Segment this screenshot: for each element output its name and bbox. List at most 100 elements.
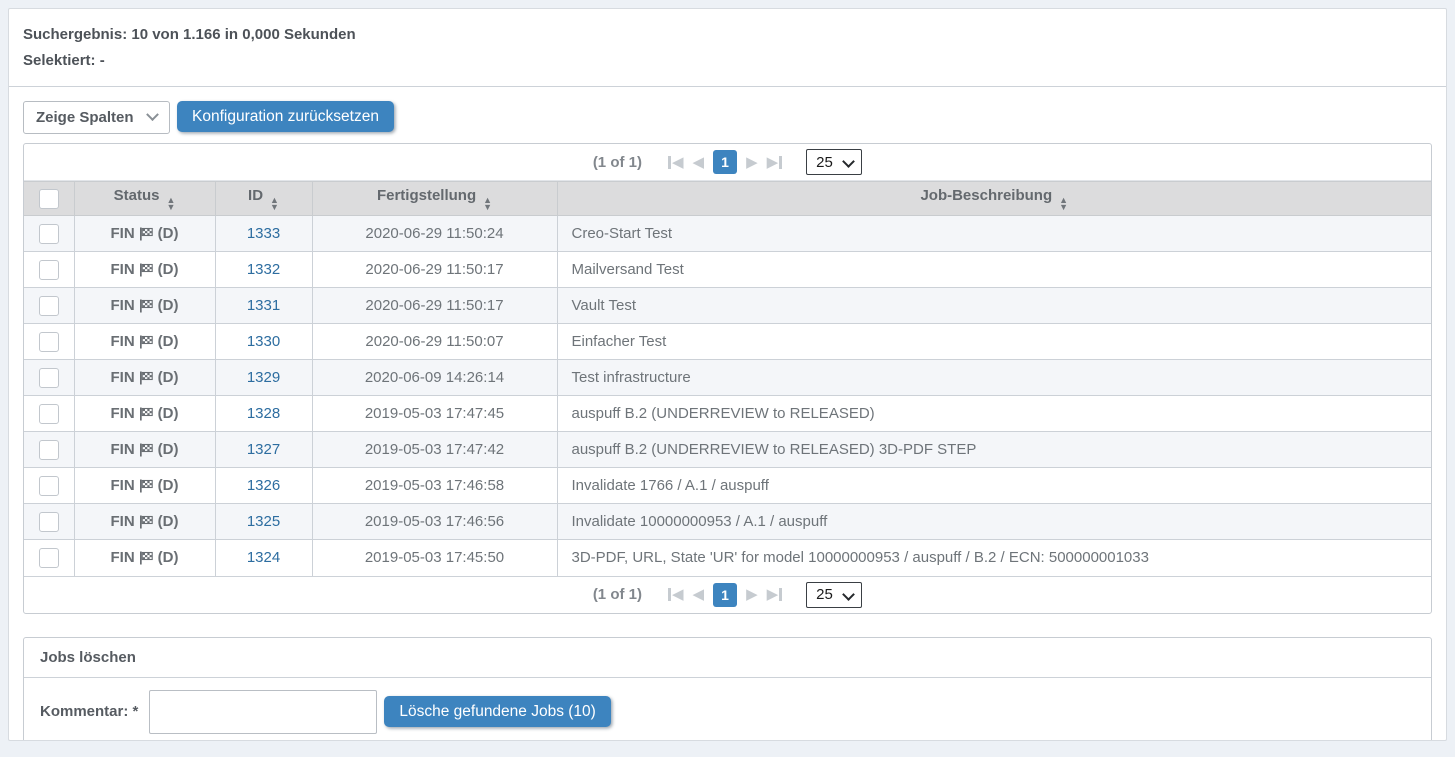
- status-label: FIN: [111, 261, 135, 278]
- status-mode-label: (D): [158, 405, 179, 422]
- finished-cell: 2019-05-03 17:46:56: [312, 504, 557, 540]
- row-checkbox[interactable]: [39, 476, 59, 496]
- column-header-id[interactable]: ID▲▼: [215, 182, 312, 216]
- row-checkbox[interactable]: [39, 260, 59, 280]
- status-mode-label: (D): [158, 225, 179, 242]
- status-cell: FIN (D): [74, 540, 215, 576]
- job-id-link[interactable]: 1327: [247, 441, 280, 458]
- checkered-flag-icon: [139, 443, 154, 457]
- row-checkbox-cell: [24, 468, 74, 504]
- job-id-link[interactable]: 1331: [247, 297, 280, 314]
- delete-found-jobs-button[interactable]: Lösche gefundene Jobs (10): [384, 696, 610, 727]
- show-columns-dropdown[interactable]: Zeige Spalten: [23, 101, 170, 134]
- row-checkbox[interactable]: [39, 548, 59, 568]
- finished-cell: 2020-06-29 11:50:24: [312, 216, 557, 252]
- job-id-link[interactable]: 1332: [247, 261, 280, 278]
- status-mode-label: (D): [158, 297, 179, 314]
- paginator-page-1[interactable]: 1: [713, 150, 737, 174]
- finished-cell: 2019-05-03 17:46:58: [312, 468, 557, 504]
- row-checkbox[interactable]: [39, 404, 59, 424]
- id-cell: 1330: [215, 324, 312, 360]
- paginator-first-icon[interactable]: ◀: [668, 155, 684, 170]
- paginator-prev-icon[interactable]: ◀: [693, 587, 705, 602]
- row-checkbox-cell: [24, 396, 74, 432]
- table-row: FIN (D) 1329 2020-06-09 14:26:14 Test in…: [24, 360, 1431, 396]
- rows-per-page-select[interactable]: 25: [806, 149, 862, 175]
- id-cell: 1331: [215, 288, 312, 324]
- row-checkbox[interactable]: [39, 296, 59, 316]
- description-cell: Invalidate 1766 / A.1 / auspuff: [557, 468, 1431, 504]
- checkered-flag-icon: [139, 479, 154, 493]
- status-cell: FIN (D): [74, 288, 215, 324]
- select-all-checkbox[interactable]: [39, 189, 59, 209]
- show-columns-label: Zeige Spalten: [36, 109, 134, 126]
- checkered-flag-icon: [139, 335, 154, 349]
- status-mode-label: (D): [158, 369, 179, 386]
- row-checkbox[interactable]: [39, 512, 59, 532]
- jobs-table: Status▲▼ ID▲▼ Fertigstellung▲▼ Job-Besch…: [24, 181, 1431, 576]
- table-row: FIN (D) 1330 2020-06-29 11:50:07 Einfach…: [24, 324, 1431, 360]
- id-cell: 1325: [215, 504, 312, 540]
- paginator-next-icon[interactable]: ▶: [746, 155, 758, 170]
- column-header-job-beschreibung[interactable]: Job-Beschreibung▲▼: [557, 182, 1431, 216]
- paginator-prev-icon[interactable]: ◀: [693, 155, 705, 170]
- row-checkbox[interactable]: [39, 224, 59, 244]
- description-cell: Mailversand Test: [557, 252, 1431, 288]
- job-id-link[interactable]: 1324: [247, 549, 280, 566]
- comment-input[interactable]: [149, 690, 377, 734]
- status-label: FIN: [111, 333, 135, 350]
- job-id-link[interactable]: 1333: [247, 225, 280, 242]
- paginator-first-icon[interactable]: ◀: [668, 587, 684, 602]
- row-checkbox-cell: [24, 324, 74, 360]
- sort-icon: ▲▼: [1059, 197, 1068, 211]
- checkered-flag-icon: [139, 407, 154, 421]
- table-row: FIN (D) 1325 2019-05-03 17:46:56 Invalid…: [24, 504, 1431, 540]
- paginator-page-1[interactable]: 1: [713, 583, 737, 607]
- rows-per-page-wrapper: 25: [806, 582, 862, 608]
- description-cell: Creo-Start Test: [557, 216, 1431, 252]
- status-mode-label: (D): [158, 441, 179, 458]
- status-cell: FIN (D): [74, 216, 215, 252]
- paginator-last-icon[interactable]: ▶: [767, 155, 783, 170]
- paginator: (1 of 1) ◀ ◀ 1 ▶ ▶ 25: [24, 576, 1431, 613]
- row-checkbox[interactable]: [39, 332, 59, 352]
- paginator-next-icon[interactable]: ▶: [746, 587, 758, 602]
- id-cell: 1332: [215, 252, 312, 288]
- row-checkbox[interactable]: [39, 440, 59, 460]
- job-id-link[interactable]: 1329: [247, 369, 280, 386]
- select-all-header: [24, 182, 74, 216]
- reset-configuration-button[interactable]: Konfiguration zurücksetzen: [177, 101, 394, 132]
- row-checkbox[interactable]: [39, 368, 59, 388]
- status-cell: FIN (D): [74, 432, 215, 468]
- paginator-last-icon[interactable]: ▶: [767, 587, 783, 602]
- status-cell: FIN (D): [74, 252, 215, 288]
- job-id-link[interactable]: 1328: [247, 405, 280, 422]
- column-header-status[interactable]: Status▲▼: [74, 182, 215, 216]
- description-cell: Test infrastructure: [557, 360, 1431, 396]
- description-cell: 3D-PDF, URL, State 'UR' for model 100000…: [557, 540, 1431, 576]
- checkered-flag-icon: [139, 263, 154, 277]
- table-row: FIN (D) 1331 2020-06-29 11:50:17 Vault T…: [24, 288, 1431, 324]
- id-cell: 1328: [215, 396, 312, 432]
- status-cell: FIN (D): [74, 396, 215, 432]
- status-label: FIN: [111, 441, 135, 458]
- chevron-down-icon: [146, 108, 159, 121]
- id-cell: 1326: [215, 468, 312, 504]
- job-id-link[interactable]: 1326: [247, 477, 280, 494]
- row-checkbox-cell: [24, 504, 74, 540]
- id-cell: 1333: [215, 216, 312, 252]
- job-id-link[interactable]: 1330: [247, 333, 280, 350]
- paginator: (1 of 1) ◀ ◀ 1 ▶ ▶ 25: [24, 144, 1431, 181]
- checkered-flag-icon: [139, 551, 154, 565]
- job-id-link[interactable]: 1325: [247, 513, 280, 530]
- paginator-status: (1 of 1): [593, 586, 642, 603]
- comment-label: Kommentar: *: [40, 703, 138, 720]
- column-header-fertigstellung[interactable]: Fertigstellung▲▼: [312, 182, 557, 216]
- rows-per-page-select[interactable]: 25: [806, 582, 862, 608]
- table-row: FIN (D) 1328 2019-05-03 17:47:45 auspuff…: [24, 396, 1431, 432]
- description-cell: Invalidate 10000000953 / A.1 / auspuff: [557, 504, 1431, 540]
- sort-icon: ▲▼: [270, 197, 279, 211]
- row-checkbox-cell: [24, 540, 74, 576]
- row-checkbox-cell: [24, 216, 74, 252]
- finished-cell: 2019-05-03 17:47:45: [312, 396, 557, 432]
